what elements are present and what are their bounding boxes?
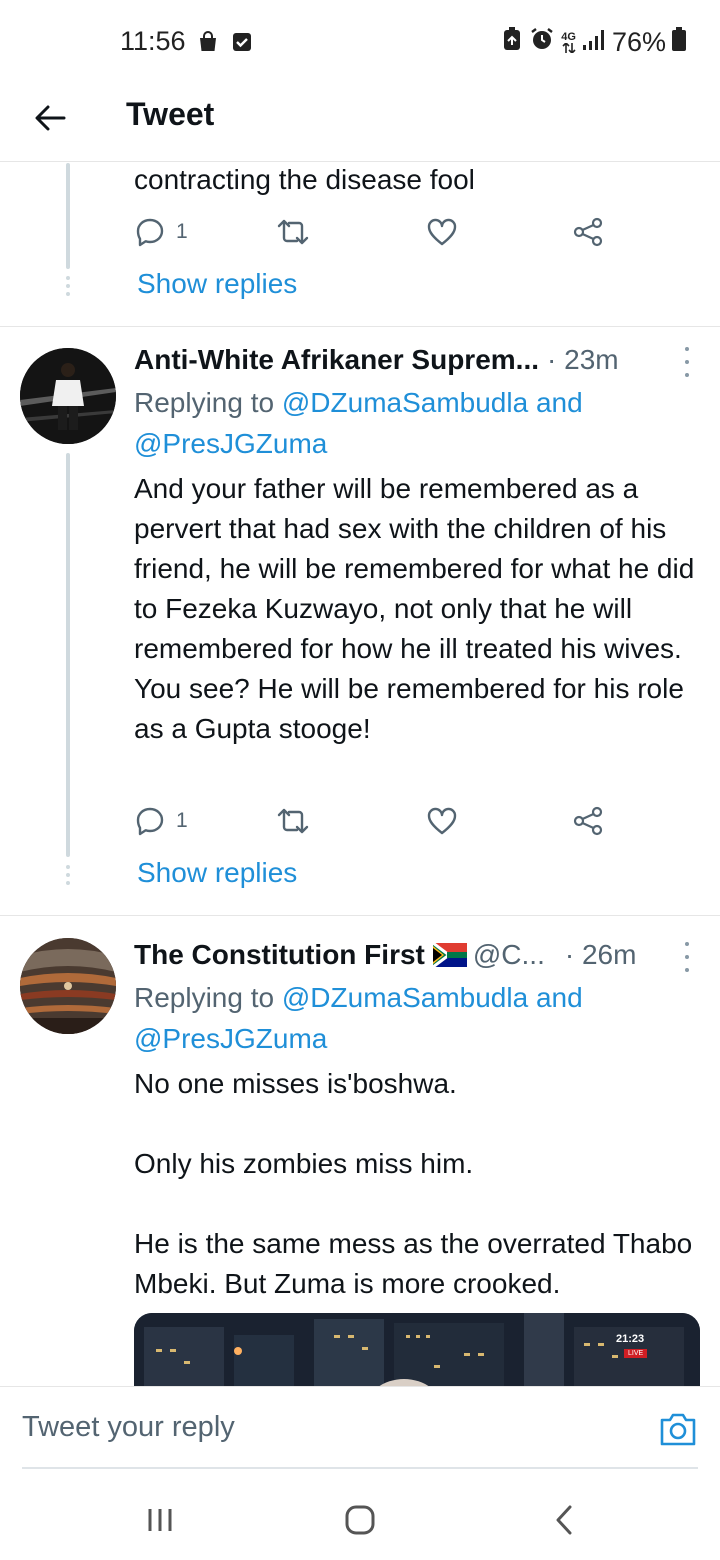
status-right: 4G 76% (501, 26, 686, 59)
replying-to: Replying to @DZumaSambudla and @PresJGZu… (134, 382, 694, 464)
retweet-button[interactable] (276, 801, 310, 841)
tweet-text: No one misses is'boshwa. (134, 1068, 457, 1099)
reply-button[interactable]: 1 (134, 801, 188, 841)
reply-bar: Tweet your reply (0, 1386, 720, 1480)
reply-button[interactable]: 1 (134, 212, 188, 252)
heart-icon (427, 807, 457, 835)
and-label: and (535, 387, 583, 418)
alarm-icon (529, 26, 555, 59)
tweet-text: Only his zombies miss him. (134, 1148, 474, 1179)
arrow-left-icon (35, 105, 66, 131)
navigation-bar (0, 1480, 720, 1560)
tweet-author-row: The Constitution First @C... · 26m (134, 935, 694, 975)
camera-button[interactable] (658, 1411, 698, 1451)
status-time: 11:56 (120, 26, 186, 56)
tweet-media[interactable]: 21:23 LIVE (134, 1313, 700, 1386)
tweet-time: · 26m (564, 939, 637, 970)
tweet-text: He is the same mess as the overrated Tha… (134, 1228, 693, 1299)
heart-icon (427, 218, 457, 246)
checkbox-icon (230, 30, 254, 54)
author-handle: @C... (472, 939, 545, 970)
recent-apps-button[interactable] (140, 1500, 180, 1540)
back-icon (556, 1505, 572, 1535)
divider (0, 915, 720, 916)
mention-link[interactable]: @DZumaSambudla (282, 982, 528, 1013)
home-icon (345, 1505, 375, 1535)
more-options-button[interactable] (682, 347, 692, 377)
avatar[interactable] (20, 348, 116, 444)
divider (0, 326, 720, 327)
page-title: Tweet (126, 96, 215, 132)
media-clock: 21:23 (616, 1333, 645, 1345)
and-label: and (535, 982, 583, 1013)
tweet-time: · 23m (547, 344, 619, 375)
replying-to-label: Replying to (134, 387, 275, 418)
battery-icon (672, 27, 686, 58)
tweet-actions: 1 (134, 801, 614, 841)
battery-saver-icon (501, 27, 523, 58)
avatar-image (20, 348, 116, 444)
share-icon (573, 806, 603, 836)
tweet-text: And your father will be remembered as a … (134, 473, 695, 744)
retweet-icon (277, 808, 309, 834)
battery-percent: 76% (611, 27, 666, 57)
status-bar: 11:56 4G 76% (0, 0, 720, 82)
back-button[interactable] (28, 96, 72, 140)
more-options-button[interactable] (682, 942, 692, 972)
show-replies-link[interactable]: Show replies (137, 857, 297, 889)
tweet-header: Tweet (0, 82, 720, 162)
reply-count: 1 (176, 809, 188, 832)
tweet-author-row: Anti-White Afrikaner Suprem... · 23m (134, 340, 694, 380)
reply-icon (136, 807, 164, 836)
author-name[interactable]: The Constitution First (134, 939, 425, 971)
reply-input[interactable]: Tweet your reply (22, 1403, 622, 1451)
mention-link[interactable]: @DZumaSambudla (282, 387, 528, 418)
home-button[interactable] (340, 1500, 380, 1540)
south-africa-flag-icon (432, 943, 467, 967)
media-live-badge: LIVE (624, 1349, 648, 1358)
author-name[interactable]: Anti-White Afrikaner Suprem... (134, 344, 539, 376)
share-button[interactable] (572, 212, 604, 252)
show-replies-link[interactable]: Show replies (137, 268, 297, 300)
system-back-button[interactable] (544, 1500, 584, 1540)
tweet-actions: 1 (134, 212, 614, 252)
camera-icon (660, 1413, 696, 1446)
share-button[interactable] (572, 801, 604, 841)
reply-icon (136, 218, 164, 247)
retweet-button[interactable] (276, 212, 310, 252)
retweet-icon (277, 219, 309, 245)
thread-line (66, 453, 70, 857)
recent-apps-icon (148, 1509, 172, 1531)
mention-link[interactable]: @PresJGZuma (134, 428, 327, 459)
network-4g-icon: 4G (561, 32, 576, 53)
avatar-image (20, 938, 116, 1034)
replying-to-label: Replying to (134, 982, 275, 1013)
reply-input-underline (22, 1467, 698, 1469)
media-image (134, 1313, 700, 1386)
network-label: 4G (561, 31, 576, 43)
mention-link[interactable]: @PresJGZuma (134, 1023, 327, 1054)
like-button[interactable] (426, 212, 458, 252)
thread-line (66, 163, 70, 269)
share-icon (573, 217, 603, 247)
tweet-text: contracting the disease fool (134, 164, 475, 195)
tweet-feed[interactable]: contracting the disease fool 1 Show repl… (0, 163, 720, 1386)
thread-dots (66, 276, 70, 296)
reply-count: 1 (176, 220, 188, 243)
shopping-bag-icon (196, 30, 220, 54)
avatar[interactable] (20, 938, 116, 1034)
signal-icon (582, 27, 606, 58)
thread-dots (66, 865, 70, 885)
replying-to: Replying to @DZumaSambudla and @PresJGZu… (134, 977, 694, 1059)
like-button[interactable] (426, 801, 458, 841)
